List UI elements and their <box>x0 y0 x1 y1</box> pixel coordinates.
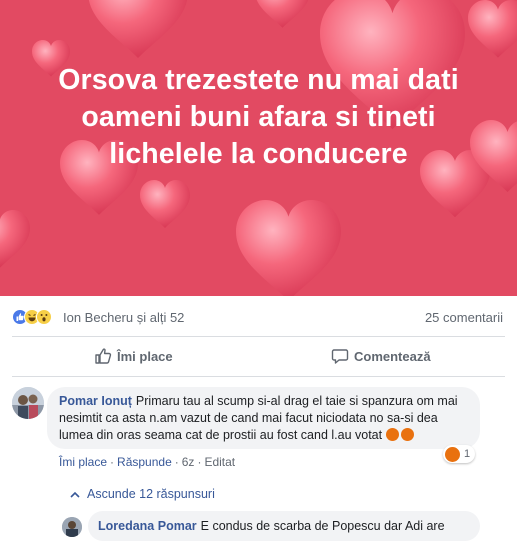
reply-bubble: Loredana Pomar E condus de scarba de Pope… <box>88 511 480 541</box>
post-text-line: Orsova trezestete nu mai dati <box>58 64 459 96</box>
like-button[interactable]: Îmi place <box>94 338 173 374</box>
comment-bubble: Pomar Ionuț Primaru tau al scump si-al dr… <box>47 387 480 449</box>
comment-reaction-badge[interactable]: 1 <box>443 445 476 463</box>
comment-icon <box>331 349 349 364</box>
comment-actions: Îmi place · Răspunde · 6z · Editat <box>59 455 236 469</box>
hide-replies-label: Ascunde 12 răspunsuri <box>87 487 215 501</box>
reaction-names[interactable]: Ion Becheru și alți 52 <box>63 310 184 325</box>
comment-author[interactable]: Pomar Ionuț <box>59 394 132 408</box>
post-text-line: oameni buni afara si tineti <box>81 101 436 133</box>
comment-reply-link[interactable]: Răspunde <box>117 455 172 469</box>
comment-reaction-count: 1 <box>464 448 471 460</box>
avatar[interactable] <box>12 387 44 419</box>
comment-button-label: Comentează <box>354 348 431 364</box>
comment-button[interactable]: Comentează <box>331 338 431 374</box>
reaction-icons[interactable] <box>12 309 64 326</box>
angry-emoji-icon <box>386 428 400 441</box>
thumbs-up-icon <box>95 348 112 364</box>
reactions-summary: Ion Becheru și alți 52 25 comentarii <box>0 300 517 334</box>
angry-emoji-icon <box>401 428 415 441</box>
comment-edited[interactable]: Editat <box>204 455 235 469</box>
post-text: Orsova trezestete nu mai dati oameni bun… <box>0 62 517 173</box>
hide-replies-link[interactable]: Ascunde 12 răspunsuri <box>70 487 215 501</box>
wow-icon <box>36 309 52 325</box>
divider <box>12 336 505 337</box>
like-button-label: Îmi place <box>117 348 173 364</box>
reply-author[interactable]: Loredana Pomar <box>98 519 197 533</box>
angry-icon <box>445 446 460 462</box>
chevron-up-icon <box>70 491 80 498</box>
divider <box>12 376 505 377</box>
comments-count[interactable]: 25 comentarii <box>425 310 503 325</box>
post-image[interactable]: Orsova trezestete nu mai dati oameni bun… <box>0 0 517 296</box>
post-text-line: lichelele la conducere <box>109 138 408 170</box>
reply-text: E condus de scarba de Popescu dar Adi ar… <box>200 519 445 533</box>
avatar[interactable] <box>62 517 82 537</box>
comment-like-link[interactable]: Îmi place <box>59 455 107 469</box>
comment-time[interactable]: 6z <box>182 455 195 469</box>
